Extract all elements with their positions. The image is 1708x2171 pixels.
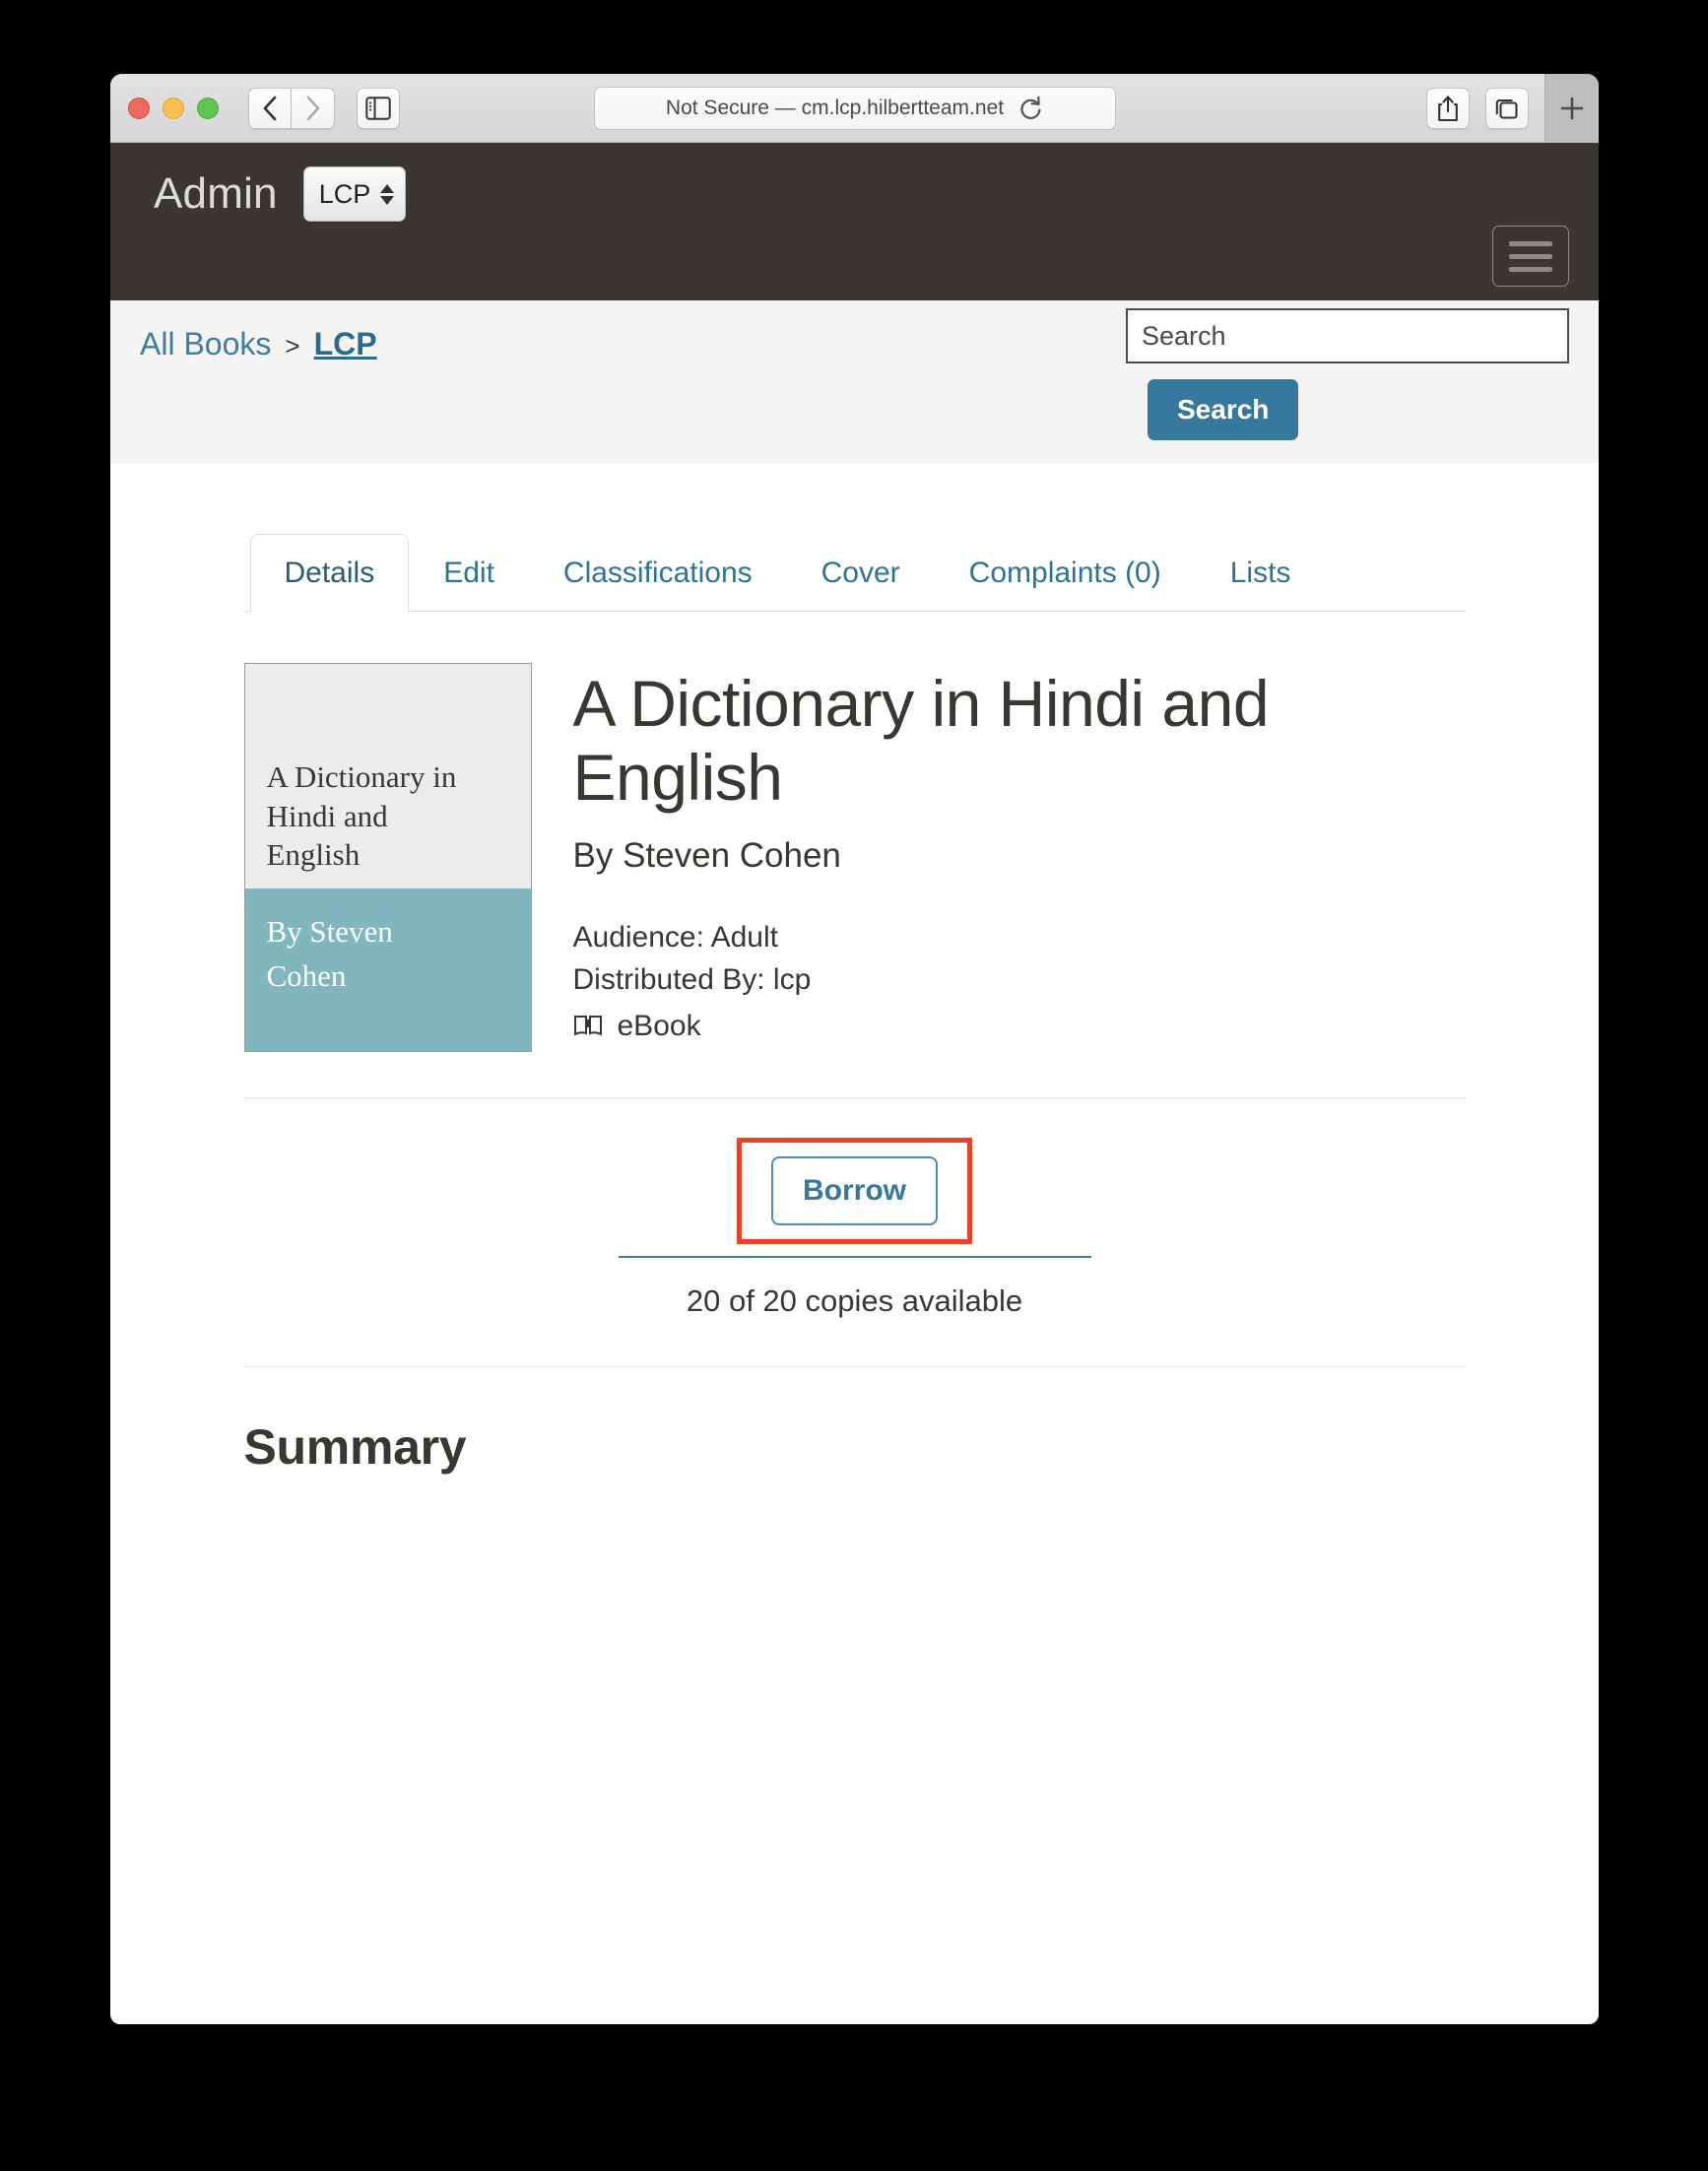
app-header: Admin LCP <box>110 143 1599 300</box>
book-cover-thumbnail: A Dictionary in Hindi and English By Ste… <box>243 663 532 1052</box>
book-byline: By Steven Cohen <box>572 836 841 876</box>
browser-window: Not Secure — cm.lcp.hilbertteam.net Admi… <box>110 74 1599 2024</box>
search-button[interactable]: Search <box>1148 379 1299 440</box>
tab-edit[interactable]: Edit <box>409 534 529 612</box>
breadcrumb: All Books > LCP <box>140 326 377 362</box>
sidebar-toggle-icon <box>365 96 391 120</box>
forward-chevron-icon <box>306 96 319 120</box>
reload-icon[interactable] <box>1018 96 1043 121</box>
browser-toolbar: Not Secure — cm.lcp.hilbertteam.net <box>110 74 1599 143</box>
content-filler <box>244 1476 1466 1801</box>
borrow-highlight-annotation: Borrow <box>737 1138 972 1244</box>
book-cover-title-line: English <box>266 837 361 873</box>
search-input[interactable] <box>1126 308 1569 363</box>
book-audience: Audience: Adult <box>572 921 779 954</box>
window-traffic-lights <box>128 97 219 119</box>
share-icon <box>1438 96 1458 122</box>
url-text: Not Secure — cm.lcp.hilbertteam.net <box>665 96 1005 119</box>
book-cover-author: By Steven Cohen <box>267 910 509 999</box>
forward-button[interactable] <box>292 87 335 129</box>
book-tabs: Details Edit Classifications Cover Compl… <box>243 534 1466 612</box>
breadcrumb-all-books-link[interactable]: All Books <box>140 326 271 362</box>
minimize-window-button[interactable] <box>163 97 184 119</box>
maximize-window-button[interactable] <box>197 97 219 119</box>
book-format-label: eBook <box>617 1009 701 1042</box>
book-header-row: A Dictionary in Hindi and English By Ste… <box>243 612 1466 1052</box>
tab-classifications[interactable]: Classifications <box>529 534 787 612</box>
back-button[interactable] <box>248 87 292 129</box>
book-distributor: Distributed By: lcp <box>572 963 812 997</box>
menu-toggle-button[interactable] <box>1492 226 1569 287</box>
book-cover-author-area: By Steven Cohen <box>244 888 531 1051</box>
stepper-arrows-icon <box>380 183 395 205</box>
breadcrumb-current-link[interactable]: LCP <box>314 326 377 362</box>
hamburger-icon-bar <box>1509 253 1552 259</box>
address-bar[interactable]: Not Secure — cm.lcp.hilbertteam.net <box>593 86 1116 130</box>
sub-header: All Books > LCP Search <box>110 300 1599 463</box>
book-metadata: A Dictionary in Hindi and English By Ste… <box>573 663 1351 1052</box>
borrow-section: Borrow 20 of 20 copies available <box>244 1098 1466 1319</box>
book-cover-title-line: Hindi and <box>266 798 388 833</box>
borrow-button[interactable]: Borrow <box>771 1156 938 1225</box>
back-chevron-icon <box>263 96 277 120</box>
tab-details[interactable]: Details <box>249 534 410 612</box>
book-format-row: eBook <box>573 1010 1351 1043</box>
plus-icon <box>1560 97 1584 120</box>
share-button[interactable] <box>1426 88 1470 129</box>
library-select-value: LCP <box>318 178 371 209</box>
book-cover-title-line: A Dictionary in <box>266 758 457 794</box>
summary-heading: Summary <box>243 1419 467 1475</box>
summary-divider <box>243 1366 1466 1367</box>
tab-complaints[interactable]: Complaints (0) <box>935 534 1196 612</box>
tab-overview-icon <box>1495 99 1518 119</box>
open-book-icon <box>573 1015 602 1035</box>
hamburger-icon-bar <box>1509 240 1552 246</box>
search-area: Search <box>1126 308 1569 440</box>
book-cover-title-area: A Dictionary in Hindi and English <box>244 664 531 888</box>
availability-rule <box>618 1256 1091 1258</box>
book-title: A Dictionary in Hindi and English <box>572 667 1270 815</box>
app-brand-title: Admin <box>154 169 278 218</box>
book-cover-author-line: By Steven <box>266 914 393 949</box>
breadcrumb-separator-icon: > <box>285 331 300 361</box>
browser-toolbar-right <box>1426 74 1599 143</box>
tab-lists[interactable]: Lists <box>1196 534 1326 612</box>
hamburger-icon-bar <box>1509 266 1552 272</box>
library-select[interactable]: LCP <box>302 166 407 222</box>
sidebar-toggle-button[interactable] <box>357 87 400 129</box>
navigation-buttons <box>248 87 335 129</box>
book-cover-author-line: Cohen <box>266 957 347 993</box>
main-content: Details Edit Classifications Cover Compl… <box>110 463 1599 1801</box>
app-header-brand-row: Admin LCP <box>140 143 1569 222</box>
tab-overview-button[interactable] <box>1485 88 1529 129</box>
content-inner: Details Edit Classifications Cover Compl… <box>243 463 1466 1801</box>
book-meta-list: Audience: Adult Distributed By: lcp eBoo… <box>573 917 1351 1042</box>
tab-cover[interactable]: Cover <box>787 534 935 612</box>
book-cover-title: A Dictionary in Hindi and English <box>267 757 457 875</box>
copies-available-text: 20 of 20 copies available <box>686 1283 1023 1318</box>
close-window-button[interactable] <box>128 97 150 119</box>
new-tab-button[interactable] <box>1544 74 1599 143</box>
